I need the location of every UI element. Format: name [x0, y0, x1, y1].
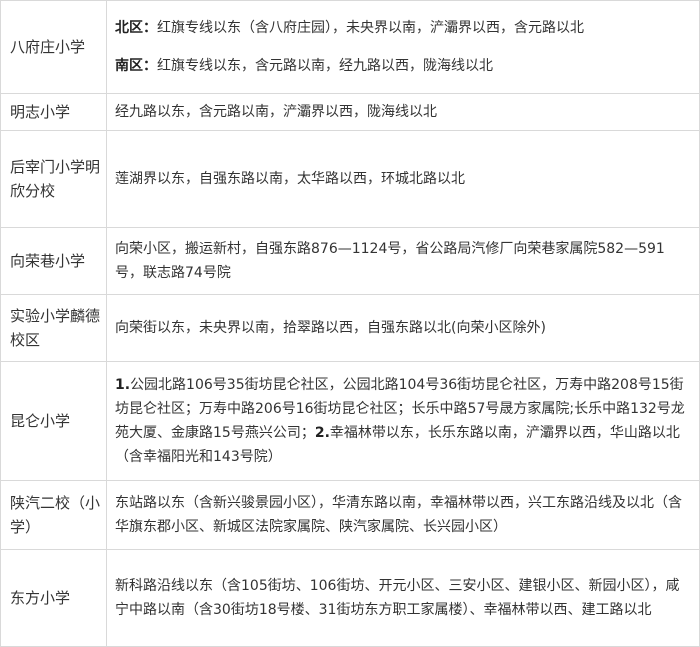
school-name-cell: 东方小学: [0, 548, 107, 647]
north-district-paragraph: 北区：红旗专线以东（含八府庄园），未央界以南，浐灞界以西，含元路以北: [115, 16, 691, 40]
school-name-cell: 明志小学: [0, 93, 107, 132]
district-description-cell: 北区：红旗专线以东（含八府庄园），未央界以南，浐灞界以西，含元路以北 南区：红旗…: [106, 0, 700, 95]
school-district-table: 八府庄小学 北区：红旗专线以东（含八府庄园），未央界以南，浐灞界以西，含元路以北…: [0, 0, 700, 647]
table-row: 东方小学 新科路沿线以东（含105街坊、106街坊、开元小区、三安小区、建银小区…: [0, 548, 700, 647]
north-district-text: 红旗专线以东（含八府庄园），未央界以南，浐灞界以西，含元路以北: [157, 20, 584, 37]
south-district-label: 南区：: [115, 58, 157, 75]
table-row: 明志小学 经九路以东，含元路以南，浐灞界以西，陇海线以北: [0, 93, 700, 132]
district-description-cell: 莲湖界以东，自强东路以南，太华路以西，环城北路以北: [106, 130, 700, 228]
table-row: 实验小学麟德校区 向荣街以东，未央界以南，拾翠路以西，自强东路以北(向荣小区除外…: [0, 293, 700, 363]
north-district-label: 北区：: [115, 20, 157, 37]
district-description-cell: 向荣街以东，未央界以南，拾翠路以西，自强东路以北(向荣小区除外): [106, 293, 700, 363]
district-description-cell: 新科路沿线以东（含105街坊、106街坊、开元小区、三安小区、建银小区、新园小区…: [106, 548, 700, 647]
south-district-text: 红旗专线以东，含元路以南，经九路以西，陇海线以北: [157, 58, 493, 75]
school-name-cell: 后宰门小学明欣分校: [0, 130, 107, 228]
table-row: 昆仑小学 1.公园北路106号35街坊昆仑社区，公园北路104号36街坊昆仑社区…: [0, 361, 700, 482]
table-row: 向荣巷小学 向荣小区，搬运新村，自强东路876—1124号，省公路局汽修厂向荣巷…: [0, 226, 700, 295]
school-name-cell: 实验小学麟德校区: [0, 293, 107, 363]
district-description-cell: 1.公园北路106号35街坊昆仑社区，公园北路104号36街坊昆仑社区，万寿中路…: [106, 361, 700, 482]
school-name-cell: 向荣巷小学: [0, 226, 107, 295]
table-row: 后宰门小学明欣分校 莲湖界以东，自强东路以南，太华路以西，环城北路以北: [0, 130, 700, 228]
district-description-cell: 东站路以东（含新兴骏景园小区），华清东路以南，幸福林带以西，兴工东路沿线及以北（…: [106, 480, 700, 550]
district-description-cell: 经九路以东，含元路以南，浐灞界以西，陇海线以北: [106, 93, 700, 132]
list-number: 1.: [115, 377, 131, 394]
table-row: 八府庄小学 北区：红旗专线以东（含八府庄园），未央界以南，浐灞界以西，含元路以北…: [0, 0, 700, 95]
table-row: 陕汽二校（小学） 东站路以东（含新兴骏景园小区），华清东路以南，幸福林带以西，兴…: [0, 480, 700, 550]
school-name-cell: 八府庄小学: [0, 0, 107, 95]
district-description-cell: 向荣小区，搬运新村，自强东路876—1124号，省公路局汽修厂向荣巷家属院582…: [106, 226, 700, 295]
school-name-cell: 陕汽二校（小学）: [0, 480, 107, 550]
list-number: 2.: [314, 425, 330, 442]
school-name-cell: 昆仑小学: [0, 361, 107, 482]
south-district-paragraph: 南区：红旗专线以东，含元路以南，经九路以西，陇海线以北: [115, 54, 691, 78]
